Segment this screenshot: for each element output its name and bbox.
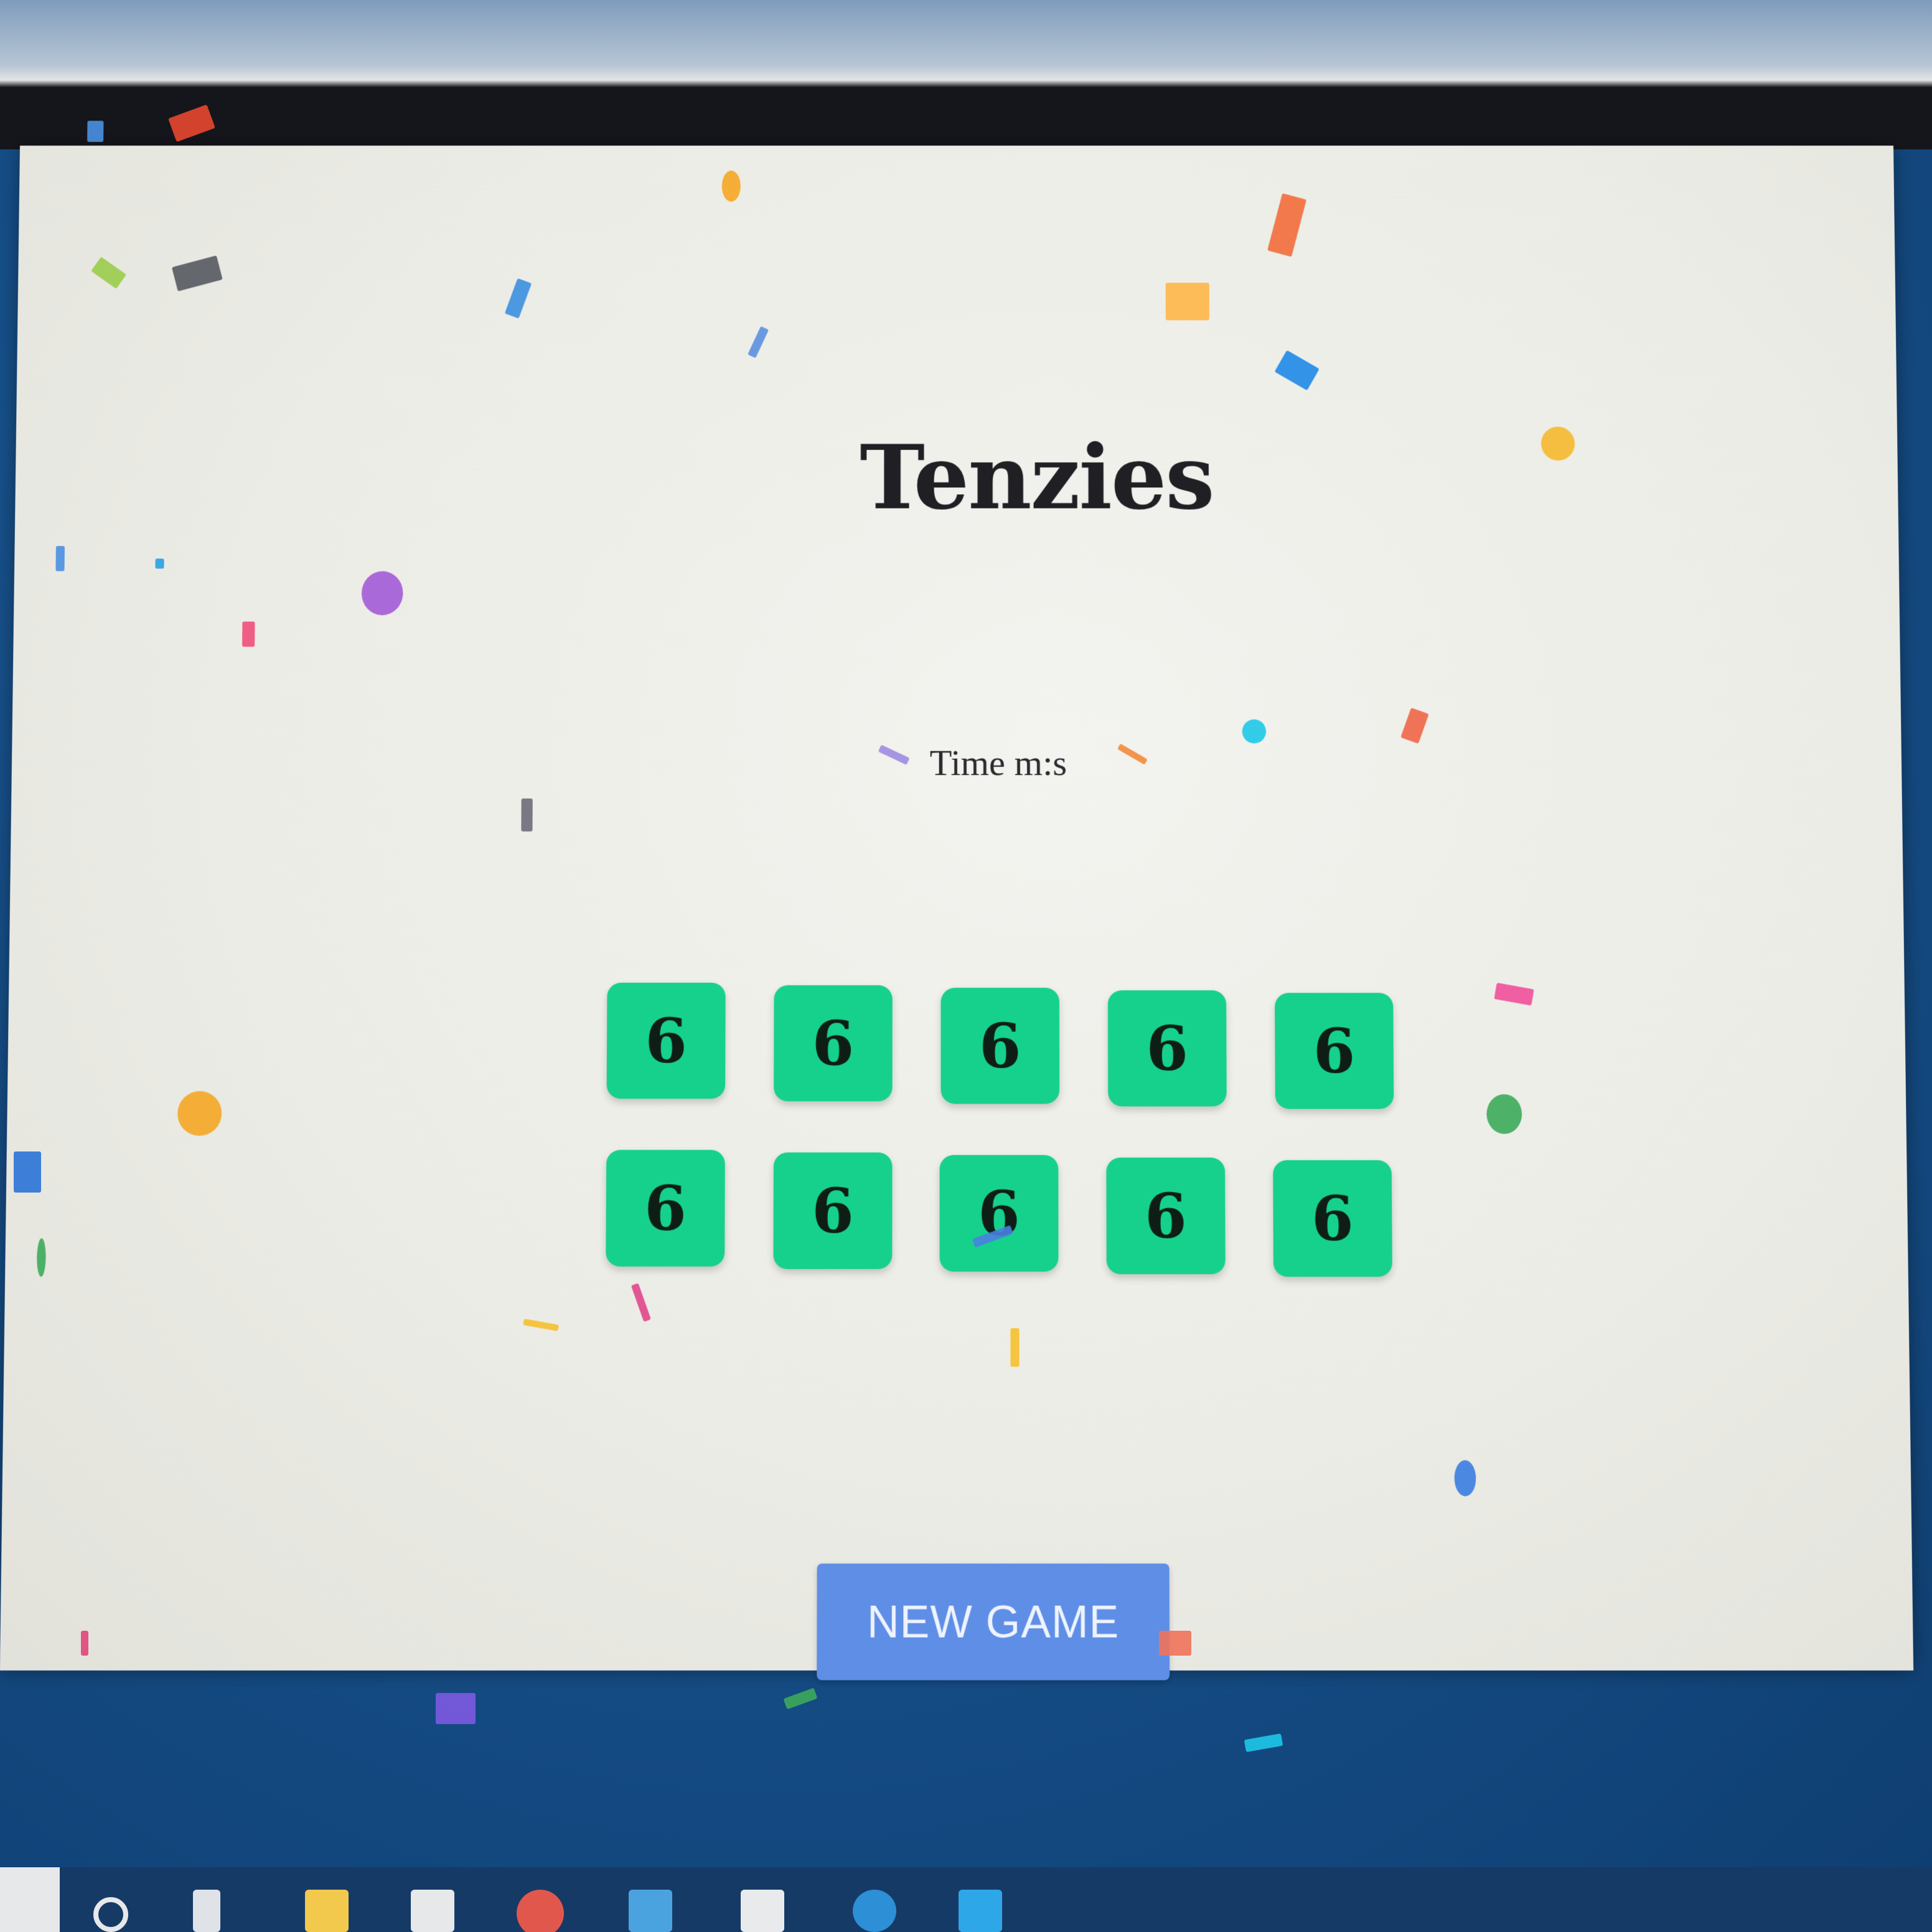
confetti-piece [361,571,403,616]
confetti-piece [55,546,65,571]
confetti-piece [36,1238,46,1277]
confetti-piece [1454,1460,1476,1497]
confetti-piece [177,1090,222,1136]
confetti-piece [1165,283,1209,321]
die-4[interactable]: 6 [1107,990,1227,1107]
time-label: Time m:s [929,742,1067,784]
confetti-piece [1159,1631,1191,1656]
confetti-piece [242,621,255,647]
confetti-piece [171,255,223,292]
die-5[interactable]: 6 [1275,993,1394,1109]
die-1[interactable]: 6 [606,982,726,1099]
die-2[interactable]: 6 [774,985,893,1102]
confetti-piece [1274,350,1320,391]
taskbar [0,1867,1932,1932]
die-6[interactable]: 6 [606,1150,725,1267]
confetti-piece [1010,1328,1020,1367]
page-title: Tenzies [860,426,1214,530]
die-7[interactable]: 6 [773,1152,893,1269]
confetti-piece [1540,426,1575,461]
background-top-strip [0,0,1932,87]
confetti-piece [1494,982,1534,1006]
confetti-piece [1117,743,1148,765]
confetti-piece [504,278,532,319]
mail-icon[interactable] [411,1890,454,1932]
confetti-piece [1242,719,1267,744]
confetti-piece [748,326,769,359]
edge-icon[interactable] [853,1890,896,1932]
search-circle-icon[interactable] [93,1897,128,1932]
confetti-piece [436,1693,476,1724]
confetti-piece [631,1283,651,1322]
confetti-piece [87,121,104,143]
start-area[interactable] [0,1867,60,1932]
confetti-piece [1267,193,1307,257]
confetti-piece [523,1318,560,1331]
dice-grid: 6 6 6 6 6 6 6 6 6 6 [606,982,1396,1283]
task-view-icon[interactable] [193,1890,220,1932]
app-icon[interactable] [629,1890,672,1932]
confetti-piece [155,558,164,569]
store-icon[interactable] [741,1890,784,1932]
file-explorer-icon[interactable] [305,1890,349,1932]
confetti-piece [721,170,741,202]
chrome-icon[interactable] [517,1890,564,1932]
confetti-piece [1486,1094,1522,1134]
confetti-piece [81,1631,88,1656]
vscode-icon[interactable] [959,1890,1002,1932]
confetti-piece [91,256,127,289]
browser-page: Tenzies Time m:s 6 6 6 6 6 6 6 6 6 6 NEW… [0,121,1914,1681]
confetti-piece [1400,707,1429,744]
confetti-piece [878,744,910,765]
die-8[interactable]: 6 [939,1155,1059,1272]
confetti-piece [14,1151,41,1193]
confetti-piece [521,798,533,832]
die-3[interactable]: 6 [940,987,1060,1104]
new-game-button[interactable]: NEW GAME [817,1564,1170,1681]
die-9[interactable]: 6 [1106,1157,1226,1275]
die-10[interactable]: 6 [1273,1160,1392,1277]
